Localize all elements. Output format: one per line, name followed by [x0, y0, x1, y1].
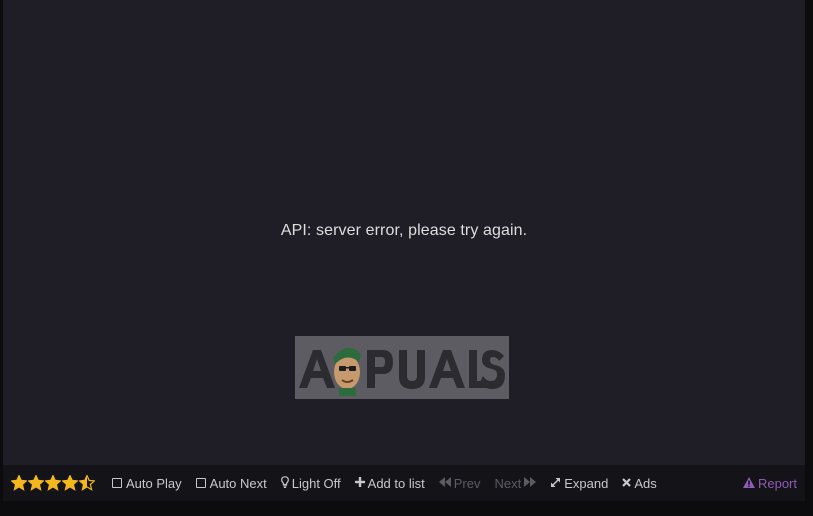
next-label: Next [494, 475, 522, 491]
star-full-icon[interactable] [11, 475, 27, 491]
star-rating[interactable] [11, 475, 96, 491]
auto-play-label: Auto Play [126, 475, 182, 491]
appuals-logo-icon [299, 347, 505, 396]
star-full-icon[interactable] [45, 475, 61, 491]
next-button[interactable]: Next [494, 475, 537, 491]
light-off-button[interactable]: Light Off [280, 475, 341, 491]
plus-icon [354, 477, 365, 489]
warning-icon [742, 476, 755, 490]
prev-button[interactable]: Prev [438, 475, 481, 491]
star-half-icon[interactable] [79, 475, 95, 491]
star-full-icon[interactable] [62, 475, 78, 491]
ads-label: Ads [634, 475, 657, 491]
player-control-bar: Auto Play Auto Next Light Off Add to lis… [3, 465, 805, 501]
expand-label: Expand [564, 475, 609, 491]
close-icon [622, 477, 632, 489]
forward-icon [524, 477, 537, 489]
add-to-list-button[interactable]: Add to list [354, 475, 425, 491]
checkbox-icon [195, 478, 206, 488]
star-full-icon[interactable] [28, 475, 44, 491]
expand-icon [550, 477, 561, 490]
auto-next-toggle[interactable]: Auto Next [195, 475, 267, 491]
appuals-watermark-logo [295, 336, 509, 399]
backward-icon [438, 477, 451, 489]
expand-button[interactable]: Expand [550, 476, 608, 491]
light-off-label: Light Off [291, 475, 341, 491]
auto-play-toggle[interactable]: Auto Play [112, 476, 182, 491]
report-label: Report [757, 475, 797, 491]
prev-label: Prev [453, 475, 481, 491]
checkbox-icon [112, 478, 122, 488]
auto-next-label: Auto Next [209, 475, 267, 491]
video-player[interactable]: API: server error, please try again. [3, 0, 805, 465]
ads-button[interactable]: Ads [622, 475, 657, 491]
report-button[interactable]: Report [742, 475, 797, 491]
error-message: API: server error, please try again. [280, 222, 528, 239]
lightbulb-icon [280, 476, 289, 490]
add-to-list-label: Add to list [367, 475, 425, 491]
